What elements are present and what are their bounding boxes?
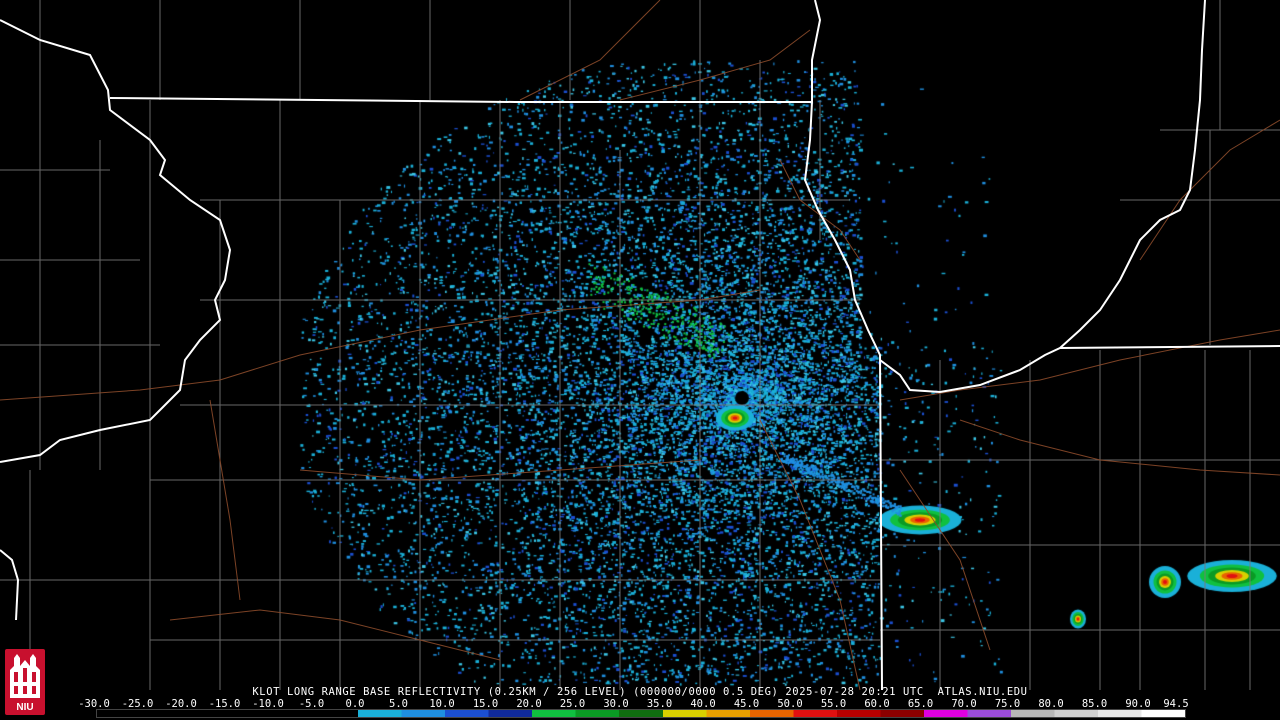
logo-text: NIU bbox=[16, 702, 33, 713]
niu-castle-logo: NIU bbox=[5, 649, 45, 715]
highways bbox=[0, 0, 1280, 691]
reflectivity-colorbar bbox=[96, 709, 1186, 718]
county-borders bbox=[0, 0, 1280, 690]
state-borders bbox=[0, 0, 1280, 691]
product-caption: KLOT LONG RANGE BASE REFLECTIVITY (0.25K… bbox=[252, 686, 1028, 698]
map-overlay bbox=[0, 0, 1280, 691]
